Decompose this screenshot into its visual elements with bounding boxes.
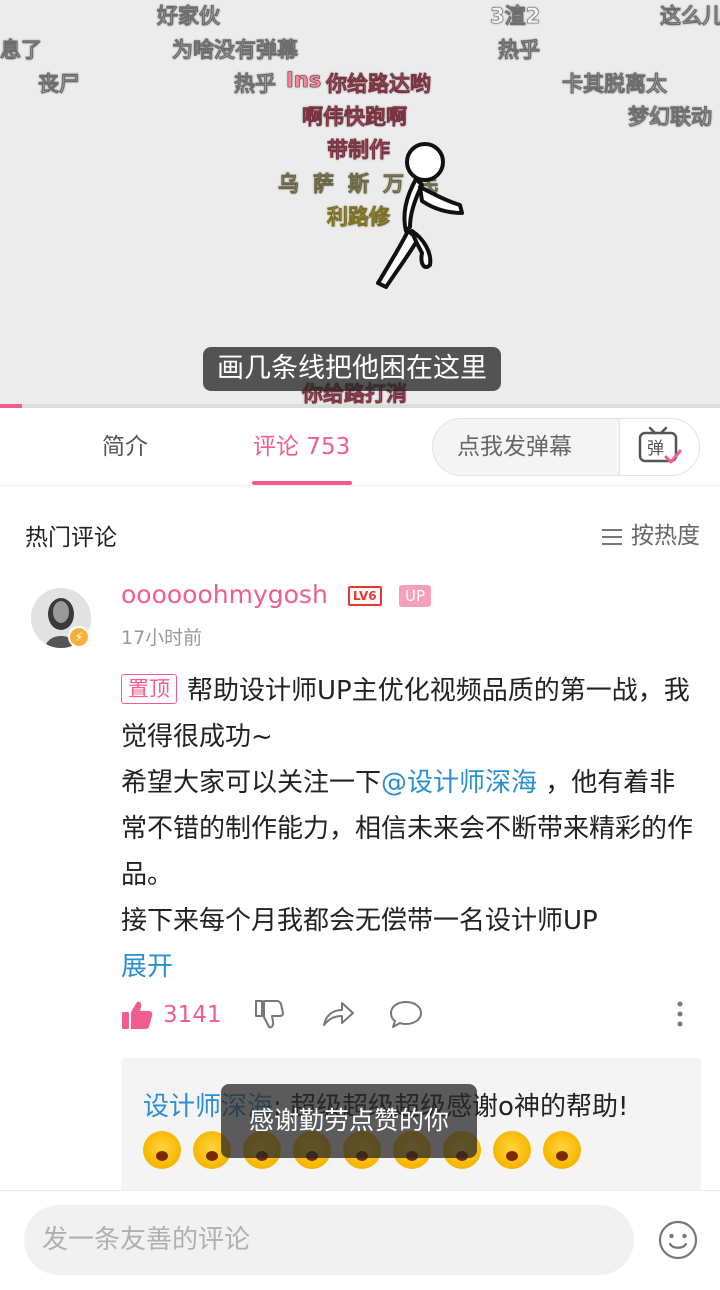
comment-composer-bar (0, 1190, 720, 1290)
app-root: 好家伙 3渲2 这么儿 息了 为啥没有弹幕 热乎 丧尸 热乎 Ins 你给路达哟… (0, 0, 720, 1290)
comment-username[interactable]: oooooohmygosh (121, 580, 328, 609)
sort-menu-icon (602, 528, 622, 545)
level-badge: LV6 (348, 586, 382, 606)
mention-link[interactable]: @设计师深海 (381, 768, 537, 798)
comment-text: 置顶 帮助设计师UP主优化视频品质的第一战，我觉得很成功~ 希望大家可以关注一下@… (121, 668, 701, 990)
shocked-emoji-icon (143, 1131, 181, 1169)
danmaku-comment: 热乎 (498, 38, 541, 63)
danmaku-comment: 这么儿 (660, 4, 720, 29)
danmaku-icon-glyph: 弹 (647, 439, 664, 459)
danmaku-toggle-icon: 弹 (638, 426, 682, 464)
danmaku-toggle-button[interactable]: 弹 (619, 419, 699, 475)
smiley-emoji-icon[interactable] (657, 1219, 699, 1261)
active-tab-indicator (252, 481, 352, 485)
send-danmaku-label: 点我发弹幕 (457, 434, 572, 460)
comment-time: 17小时前 (121, 627, 203, 649)
stick-figure-illustration (376, 142, 464, 289)
danmaku-comment: 热乎 (234, 72, 277, 97)
tab-comments[interactable]: 评论 753 (253, 408, 350, 486)
danmaku-comment: 梦幻联动 (628, 105, 713, 130)
comment-line-1: 帮助设计师UP主优化视频品质的第一战，我觉得很成功~ (121, 676, 690, 752)
share-arrow-icon[interactable] (321, 998, 355, 1030)
reply-bubble-icon[interactable] (389, 998, 423, 1030)
sort-by-hotness-button[interactable]: 按热度 (601, 516, 700, 550)
pinned-tag: 置顶 (121, 674, 177, 704)
shocked-emoji-icon (543, 1131, 581, 1169)
sort-label: 按热度 (631, 523, 700, 549)
comment-line-3: 接下来每个月我都会无偿带一名设计师UP (121, 906, 598, 936)
tab-intro[interactable]: 简介 (102, 408, 148, 486)
like-thumb-icon[interactable] (121, 1000, 153, 1030)
verified-lightning-icon: ⚡ (68, 626, 90, 648)
danmaku-comment: 息了 (0, 38, 42, 63)
video-subtitle: 画几条线把他困在这里 (203, 347, 501, 391)
up-badge: UP (399, 585, 432, 607)
send-danmaku-button[interactable]: 点我发弹幕 弹 (432, 418, 700, 476)
shocked-emoji-icon (493, 1131, 531, 1169)
more-options-icon[interactable] (675, 998, 685, 1030)
danmaku-comment: Ins (286, 68, 322, 93)
toast-message: 感谢勤劳点赞的你 (221, 1084, 478, 1158)
danmaku-comment: 你给路达哟 (326, 72, 432, 97)
comment-line-2-pre: 希望大家可以关注一下 (121, 768, 382, 798)
comment-actions: 3141 (121, 994, 701, 1038)
danmaku-comment: 好家伙 (157, 4, 221, 29)
danmaku-comment: 3渲2 (490, 4, 541, 29)
video-player[interactable]: 好家伙 3渲2 这么儿 息了 为啥没有弹幕 热乎 丧尸 热乎 Ins 你给路达哟… (0, 0, 720, 408)
danmaku-comment: 丧尸 (38, 72, 81, 97)
danmaku-comment: 啊伟快跑啊 (302, 105, 408, 130)
tab-bar: 简介 评论 753 点我发弹幕 弹 (0, 408, 720, 486)
comment-input[interactable] (24, 1205, 634, 1275)
danmaku-comment: 为啥没有弹幕 (172, 38, 299, 63)
hot-comments-title: 热门评论 (25, 525, 117, 551)
expand-link[interactable]: 展开 (121, 952, 173, 982)
danmaku-comment: 卡其脱离太 (562, 72, 668, 97)
like-count: 3141 (163, 1002, 222, 1028)
dislike-thumb-icon[interactable] (253, 998, 285, 1030)
hot-comments-header: 热门评论 按热度 (0, 490, 720, 580)
